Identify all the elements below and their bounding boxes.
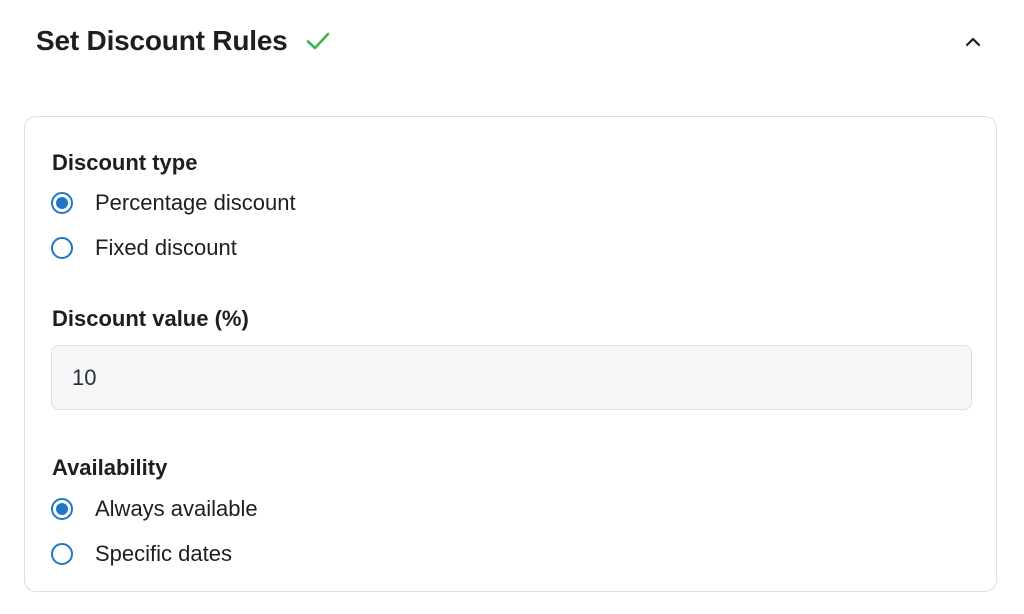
panel-header: Set Discount Rules	[0, 0, 1024, 84]
collapse-button[interactable]	[955, 27, 991, 57]
discount-type-label: Discount type	[52, 150, 198, 175]
radio-fixed-discount[interactable]: Fixed discount	[51, 233, 237, 263]
panel-title: Set Discount Rules	[36, 25, 288, 56]
radio-always-available[interactable]: Always available	[51, 494, 258, 524]
radio-button-selected[interactable]	[51, 192, 73, 214]
discount-rules-card: Discount type Percentage discount Fixed …	[24, 116, 997, 592]
radio-specific-dates[interactable]: Specific dates	[51, 539, 232, 569]
radio-label: Specific dates	[95, 541, 232, 566]
chevron-up-icon	[965, 37, 981, 47]
radio-button-selected[interactable]	[51, 498, 73, 520]
radio-percentage-discount[interactable]: Percentage discount	[51, 188, 296, 218]
discount-value-label: Discount value (%)	[52, 306, 249, 331]
availability-label: Availability	[52, 455, 168, 480]
title-group: Set Discount Rules	[36, 22, 332, 60]
radio-button[interactable]	[51, 543, 73, 565]
discount-value-input[interactable]	[51, 345, 972, 410]
check-icon	[304, 27, 332, 55]
radio-label: Fixed discount	[95, 235, 237, 260]
radio-button[interactable]	[51, 237, 73, 259]
radio-label: Percentage discount	[95, 190, 296, 215]
radio-label: Always available	[95, 496, 258, 521]
